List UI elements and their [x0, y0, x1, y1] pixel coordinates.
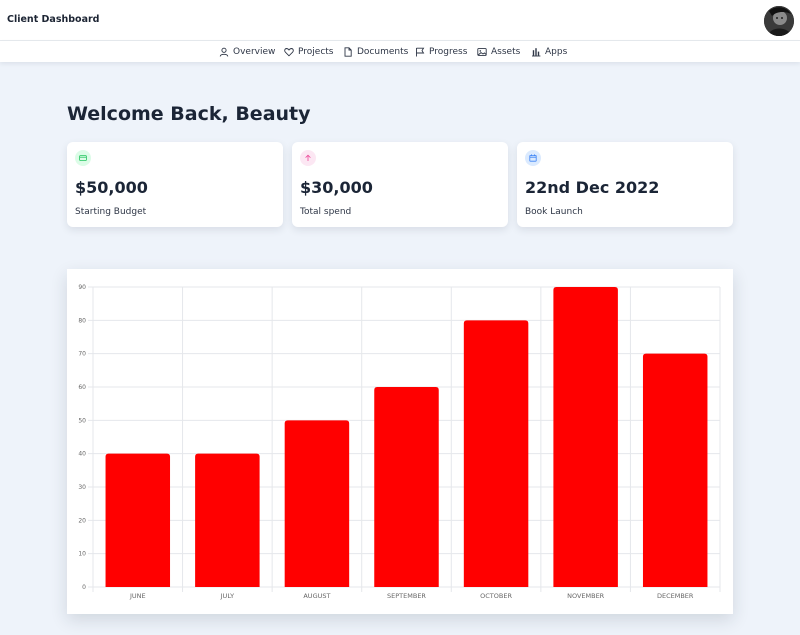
- avatar-photo-icon: [764, 6, 794, 36]
- stat-value: $50,000: [75, 178, 148, 197]
- y-tick-label: 20: [78, 517, 86, 524]
- stat-value: 22nd Dec 2022: [525, 178, 660, 197]
- monthly-bar-chart: 0 10 20 30 40 50 60 70 80 90 JUNE JULY AUGUST SEPTEMB…: [78, 284, 721, 600]
- nav-item-documents[interactable]: Documents: [343, 41, 408, 62]
- y-tick-label: 60: [78, 384, 86, 391]
- bar-june: [105, 453, 171, 587]
- y-tick-label: 50: [78, 417, 86, 424]
- nav-item-overview[interactable]: Overview: [219, 41, 275, 62]
- stat-card-spend: $30,000 Total spend: [292, 142, 508, 227]
- bar-august: [284, 420, 350, 587]
- nav-label-projects: Projects: [298, 46, 334, 57]
- stat-card-launch: 22nd Dec 2022 Book Launch: [517, 142, 733, 227]
- nav-item-apps[interactable]: Apps: [531, 41, 567, 62]
- bar-november: [553, 287, 618, 587]
- y-tick-label: 10: [78, 551, 86, 558]
- nav-item-assets[interactable]: Assets: [477, 41, 520, 62]
- y-tick-label: 80: [78, 317, 86, 324]
- y-tick-label: 0: [82, 584, 86, 591]
- x-tick-label: DECEMBER: [657, 592, 694, 600]
- y-tick-label: 90: [78, 284, 86, 291]
- bar-september: [374, 387, 439, 587]
- x-tick-label: JULY: [220, 592, 234, 600]
- calendar-icon: [525, 150, 541, 166]
- arrow-up-icon: [300, 150, 316, 166]
- nav-item-progress[interactable]: Progress: [415, 41, 467, 62]
- bar-december: [642, 353, 708, 587]
- x-tick-label: AUGUST: [303, 592, 330, 600]
- nav-label-documents: Documents: [357, 46, 409, 57]
- y-tick-label: 70: [78, 351, 86, 358]
- app-title: Client Dashboard: [7, 14, 100, 25]
- x-tick-label: JUNE: [129, 592, 146, 600]
- bar-chart-icon: [532, 47, 541, 56]
- main-nav: Overview Projects Documents Progress Ass…: [0, 41, 800, 62]
- bar-july: [195, 453, 260, 587]
- stat-label: Starting Budget: [75, 207, 147, 217]
- stat-label: Book Launch: [525, 207, 583, 217]
- top-bar: Client Dashboard: [0, 0, 800, 41]
- welcome-heading: Welcome Back, Beauty: [67, 103, 311, 125]
- nav-item-projects[interactable]: Projects: [284, 41, 333, 62]
- nav-label-progress: Progress: [429, 46, 468, 57]
- y-tick-label: 40: [78, 451, 86, 458]
- user-avatar[interactable]: [764, 6, 794, 36]
- document-icon: [344, 46, 352, 57]
- x-tick-label: SEPTEMBER: [387, 592, 426, 600]
- nav-label-assets: Assets: [491, 46, 521, 57]
- nav-label-overview: Overview: [233, 46, 276, 57]
- stat-label: Total spend: [300, 207, 352, 217]
- wallet-icon: [75, 150, 91, 166]
- x-tick-label: OCTOBER: [480, 592, 512, 600]
- user-icon: [219, 47, 229, 57]
- chart-card: 0 10 20 30 40 50 60 70 80 90 JUNE JULY AUGUST SEPTEMB…: [67, 269, 733, 614]
- stat-value: $30,000: [300, 178, 373, 197]
- y-tick-label: 30: [78, 484, 86, 491]
- bar-october: [463, 320, 529, 587]
- image-icon: [477, 47, 487, 56]
- x-tick-label: NOVEMBER: [567, 592, 605, 600]
- flag-icon: [416, 47, 425, 56]
- heart-icon: [284, 47, 294, 56]
- nav-label-apps: Apps: [545, 46, 568, 57]
- stat-card-budget: $50,000 Starting Budget: [67, 142, 283, 227]
